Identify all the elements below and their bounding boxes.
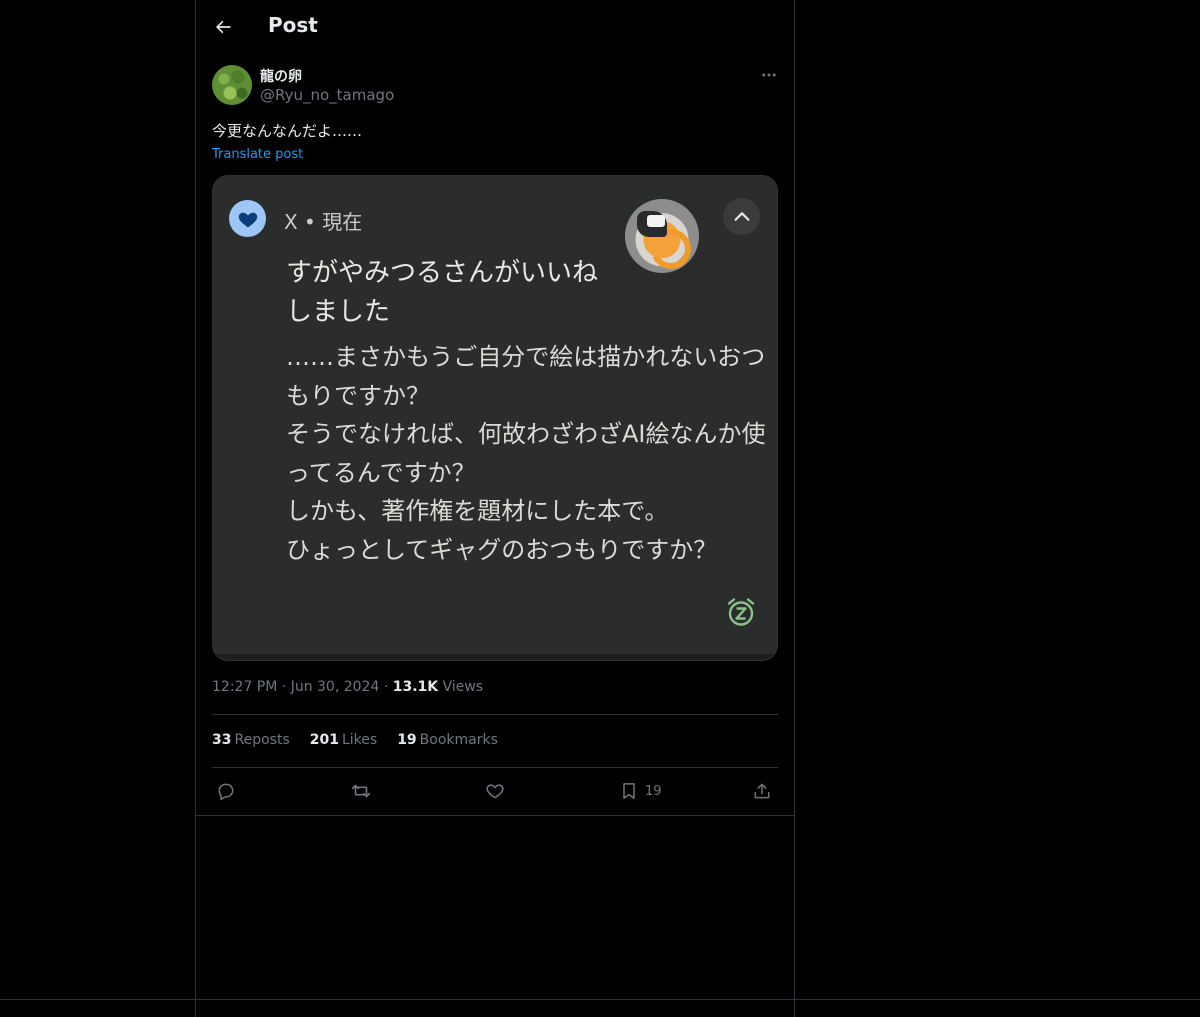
translate-post-link[interactable]: Translate post [212,147,303,162]
bookmarks-count: 19 [397,732,417,748]
notification-body-line: ……まさかもうご自分で絵は描かれないおつ [286,343,766,371]
notification-body-line: そうでなければ、何故わざわざAI絵なんか使 [286,420,766,449]
author-avatar[interactable] [212,65,252,105]
divider [212,714,778,715]
post-date[interactable]: Jun 30, 2024 [291,679,380,695]
bookmark-button[interactable]: 19 [619,779,662,803]
divider [196,815,794,816]
heart-icon [238,212,257,227]
meta-separator: · [383,679,389,695]
notification-avatar [625,199,699,273]
share-icon [754,783,770,799]
bookmark-count: 19 [645,783,662,799]
notification-title-line: しました [286,297,391,327]
like-button[interactable] [485,779,505,803]
notification-title-line: すがやみつるさんがいいね [286,258,599,288]
author-handle[interactable]: @Ryu_no_tamago [260,86,394,104]
notification-body-line: ひょっとしてギャグのおつもりですか？ [286,535,718,564]
repost-icon [351,784,371,798]
notification-title: すがやみつるさんがいいね しました [286,254,626,332]
likes-count: 201 [309,732,339,748]
likes-stat[interactable]: 201 Likes [310,732,377,748]
primary-column: Post 龍の卵 @Ryu_no_tamago 今更なんなんだよ…… Trans… [195,0,795,1017]
notification-source: X • 現在 [284,210,363,234]
views-label: Views [442,679,484,695]
reply-button[interactable] [216,779,236,803]
bookmarks-label: Bookmarks [419,732,498,748]
page-bottom-divider [0,999,1200,1000]
back-button[interactable] [208,12,238,42]
snooze-button [724,595,758,629]
reposts-label: Reposts [234,732,290,748]
reply-icon [218,783,234,801]
repost-button[interactable] [350,779,372,803]
views-count: 13.1K [392,679,439,695]
likes-label: Likes [341,732,378,748]
notification-heart-badge [229,200,266,237]
post-meta: 12:27 PM · Jun 30, 2024 · 13.1K Views [212,679,483,695]
bookmark-icon [623,783,635,799]
bookmarks-stat[interactable]: 19 Bookmarks [397,732,498,748]
meta-separator: · [281,679,287,695]
post-stats: 33 Reposts 201 Likes 19 Bookmarks [212,732,498,748]
post-media-image[interactable]: X • 現在 すがやみつるさんがいいね しました ……まさかもうご自分で絵は描か… [212,175,778,661]
snooze-alarm-icon [727,598,755,626]
card-bottom-edge [213,654,777,660]
page-header: Post [196,0,794,53]
reposts-stat[interactable]: 33 Reposts [212,732,290,748]
reposts-count: 33 [212,732,232,748]
notification-body-line: ってるんですか？ [286,458,476,487]
more-horizontal-icon [762,73,776,77]
post-text: 今更なんなんだよ…… [212,122,363,140]
more-options-button[interactable] [758,64,780,86]
collapse-button [723,198,760,235]
notification-body-line: もりですか？ [286,381,430,410]
notification-body: ……まさかもうご自分で絵は描かれないおつ もりですか？ そうでなければ、何故わざ… [286,338,766,570]
post-time[interactable]: 12:27 PM [212,679,277,695]
arrow-left-icon [216,20,231,34]
chevron-up-icon [733,211,750,221]
page-title: Post [268,13,318,37]
author-display-name[interactable]: 龍の卵 [260,66,302,86]
heart-outline-icon [486,784,504,799]
notification-body-line: しかも、著作権を題材にした本で。 [286,497,669,526]
divider [212,767,778,768]
share-button[interactable] [752,779,772,803]
